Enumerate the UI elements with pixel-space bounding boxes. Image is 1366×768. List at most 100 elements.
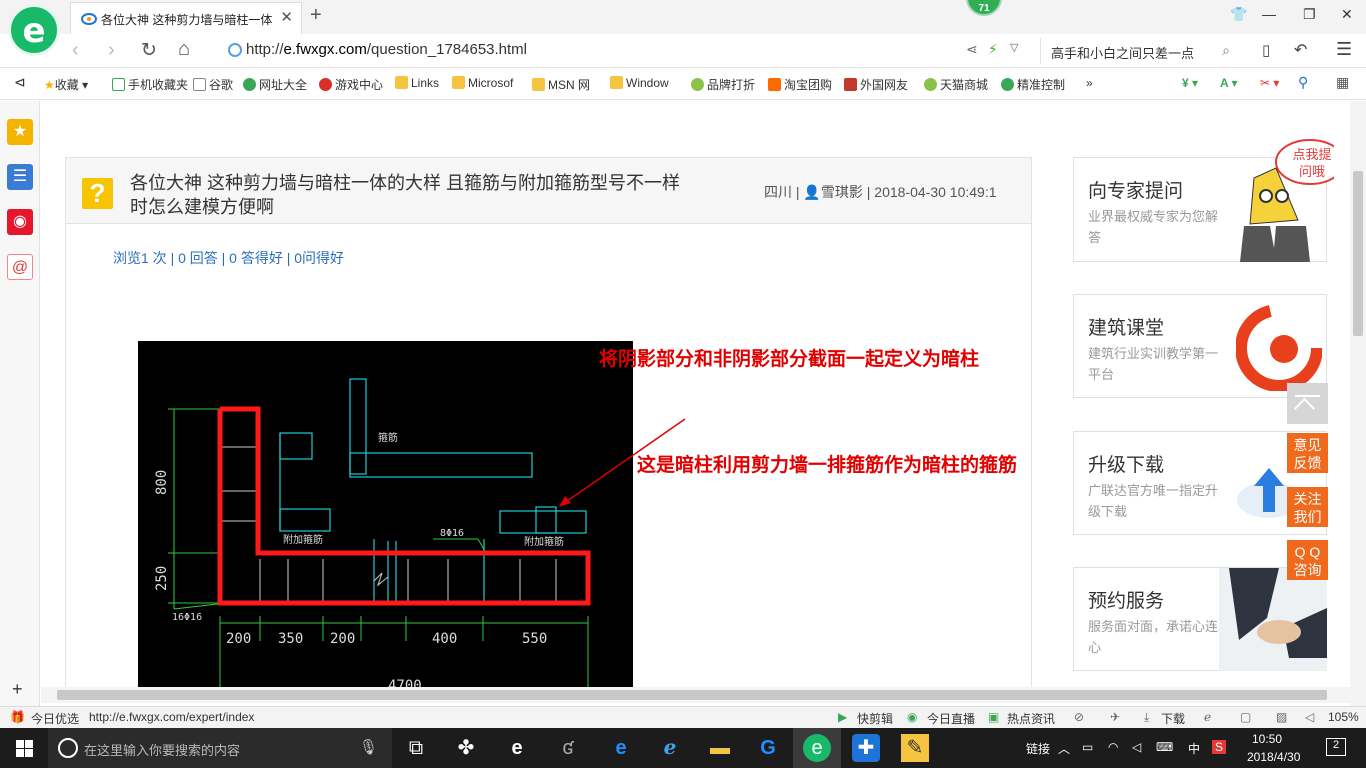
email-icon[interactable]: @ [7, 254, 33, 280]
horizontal-scroll-thumb[interactable] [57, 690, 1327, 700]
phone-icon[interactable]: ▯ [1262, 41, 1270, 59]
ask-bubble[interactable]: 点我提问哦 [1289, 146, 1335, 180]
search-icon[interactable]: ⌕ [1222, 42, 1230, 59]
bookmark-windows[interactable]: Window [610, 76, 669, 90]
scissors-icon[interactable]: ✂ ▾ [1260, 76, 1279, 90]
vertical-scroll-thumb[interactable] [1353, 171, 1363, 336]
glodon-app-icon[interactable]: G [754, 734, 782, 762]
kuaijianji[interactable]: 快剪辑 [857, 710, 893, 727]
restore-icon[interactable]: ❐ [1303, 6, 1316, 23]
back-to-top-button[interactable] [1287, 383, 1328, 424]
ime-indicator[interactable]: 中 [1188, 740, 1200, 757]
bookmark-tmall[interactable]: 天猫商城 [924, 76, 988, 93]
url-text: http://e.fwxgx.com/question_1784653.html [246, 41, 528, 58]
bookmark-msn[interactable]: MSN 网 [532, 76, 590, 93]
question-stats[interactable]: 浏览1 次 | 0 回答 | 0 答得好 | 0问得好 [113, 248, 344, 268]
booking-card[interactable]: 预约服务 服务面对面，承诺心连心 [1073, 567, 1327, 671]
battery-icon[interactable]: ▭ [1082, 740, 1093, 754]
qq-consult-button[interactable]: Q Q咨询 [1287, 540, 1328, 580]
tools-icon[interactable]: ✈ [1110, 710, 1120, 724]
today-pick[interactable]: 今日优选 [31, 710, 79, 727]
clock-time[interactable]: 10:50 [1252, 732, 1282, 746]
magnifier-icon[interactable]: ⚲ [1298, 74, 1308, 91]
more-bookmarks-icon[interactable]: » [1086, 76, 1093, 90]
reading-list-icon[interactable]: ☰ [7, 164, 33, 190]
volume-icon[interactable]: ◁ [1305, 710, 1314, 724]
tray-expand-icon[interactable]: ︿ [1058, 740, 1070, 757]
undo-icon[interactable]: ↶ [1294, 40, 1307, 60]
task-view-icon[interactable]: ⧉ [402, 734, 430, 762]
browser-app-icon[interactable]: e [503, 734, 531, 762]
speed-icon[interactable]: ⊘ [1074, 710, 1084, 724]
bookmark-foreign[interactable]: 外国网友 [844, 76, 908, 93]
lightning-icon[interactable]: ⚡ [988, 41, 998, 58]
home-icon[interactable]: ⌂ [178, 38, 190, 61]
apps-grid-icon[interactable]: ▦ [1336, 74, 1349, 91]
keyboard-icon[interactable]: ⌨ [1156, 740, 1173, 754]
reload-icon[interactable]: ↻ [141, 39, 157, 62]
bookmark-links[interactable]: Links [395, 76, 439, 90]
favorites-star-icon[interactable]: ★ [7, 119, 33, 145]
file-explorer-icon[interactable]: ▬ [706, 734, 734, 762]
author[interactable]: 雪琪影 [821, 184, 863, 200]
shirt-skin-icon[interactable]: 👕 [1230, 6, 1247, 23]
bookmark-directory[interactable]: 网址大全 [243, 76, 307, 93]
sidebar-toggle-icon[interactable]: ⊲ [14, 74, 26, 91]
app-pinwheel-icon[interactable]: ✤ [452, 734, 480, 762]
notes-app-icon[interactable]: ✎ [901, 734, 929, 762]
translate-icon[interactable]: A ▾ [1220, 76, 1238, 90]
browser-e-icon[interactable]: ℯ [1204, 710, 1211, 724]
download[interactable]: 下载 [1161, 710, 1185, 727]
bookmark-games[interactable]: 游戏中心 [319, 76, 383, 93]
menu-icon[interactable]: ☰ [1336, 39, 1352, 60]
plus-app-icon[interactable]: ✚ [852, 734, 880, 762]
bookmark-google[interactable]: 谷歌 [193, 76, 233, 93]
start-button[interactable] [0, 728, 48, 768]
notification-badge[interactable]: 71 [966, 0, 1002, 16]
search-box[interactable]: 高手和小白之间只差一点 ⌕ [1040, 38, 1236, 64]
cad-drawing[interactable]: 800 250 200 350 200 400 550 4700 16Φ16 8… [138, 341, 633, 687]
minimize-icon[interactable]: — [1262, 6, 1276, 22]
bookmark-brand-sale[interactable]: 品牌打折 [691, 76, 755, 93]
microphone-icon[interactable]: 🎙 [359, 738, 378, 756]
edge-icon[interactable]: e [607, 734, 635, 762]
add-sidebar-icon[interactable]: + [12, 679, 23, 700]
bookmark-favorites[interactable]: ★收藏 ▾ [44, 76, 88, 93]
bookmark-microsoft[interactable]: Microsof [452, 76, 513, 90]
window-icon[interactable]: ▢ [1240, 710, 1251, 724]
speaker-icon[interactable]: ◁ [1132, 740, 1141, 754]
browser-active-icon[interactable]: e [803, 734, 831, 762]
horizontal-scrollbar[interactable] [41, 687, 1350, 703]
spiral-app-icon[interactable]: ʛ [554, 734, 582, 762]
tab-active[interactable]: 各位大神 这种剪力墙与暗柱一体 ✕ [70, 2, 302, 34]
bookmark-mobile[interactable]: 手机收藏夹 [112, 76, 188, 93]
yen-icon[interactable]: ¥ ▾ [1182, 76, 1198, 90]
weibo-icon[interactable]: ◉ [7, 209, 33, 235]
chevron-down-icon[interactable]: ▽ [1010, 41, 1018, 54]
close-window-icon[interactable]: ✕ [1341, 6, 1353, 23]
ask-expert-card[interactable]: 向专家提问 业界最权威专家为您解答 点我提问哦 [1073, 139, 1334, 262]
links-toolbar[interactable]: 链接 [1026, 740, 1050, 757]
today-live[interactable]: 今日直播 [927, 710, 975, 727]
zoom-level[interactable]: 105% [1328, 710, 1359, 724]
forward-icon[interactable]: › [108, 39, 115, 62]
bookmark-precise[interactable]: 精准控制 [1001, 76, 1065, 93]
bookmark-taobao[interactable]: 淘宝团购 [768, 76, 832, 93]
new-tab-icon[interactable]: + [310, 4, 322, 27]
browser-logo[interactable]: e [8, 4, 60, 56]
taskbar-search[interactable]: 在这里输入你要搜索的内容 🎙 [48, 728, 392, 768]
clock-date[interactable]: 2018/4/30 [1247, 750, 1300, 764]
share-icon[interactable]: ⋖ [966, 41, 978, 58]
notification-center-icon[interactable]: 2 [1326, 738, 1346, 756]
follow-us-button[interactable]: 关注我们 [1287, 487, 1328, 527]
back-icon[interactable]: ‹ [72, 39, 79, 62]
address-bar[interactable]: http://e.fwxgx.com/question_1784653.html [224, 38, 954, 64]
hot-news[interactable]: 热点资讯 [1007, 710, 1055, 727]
vertical-scrollbar[interactable] [1350, 101, 1366, 707]
feedback-button[interactable]: 意见反馈 [1287, 433, 1328, 473]
sogou-icon[interactable]: S [1212, 740, 1227, 754]
image-icon[interactable]: ▨ [1276, 710, 1287, 724]
wifi-icon[interactable]: ◠ [1108, 740, 1118, 754]
ie-icon[interactable]: ℯ [656, 734, 684, 762]
tab-close-icon[interactable]: ✕ [280, 8, 293, 26]
